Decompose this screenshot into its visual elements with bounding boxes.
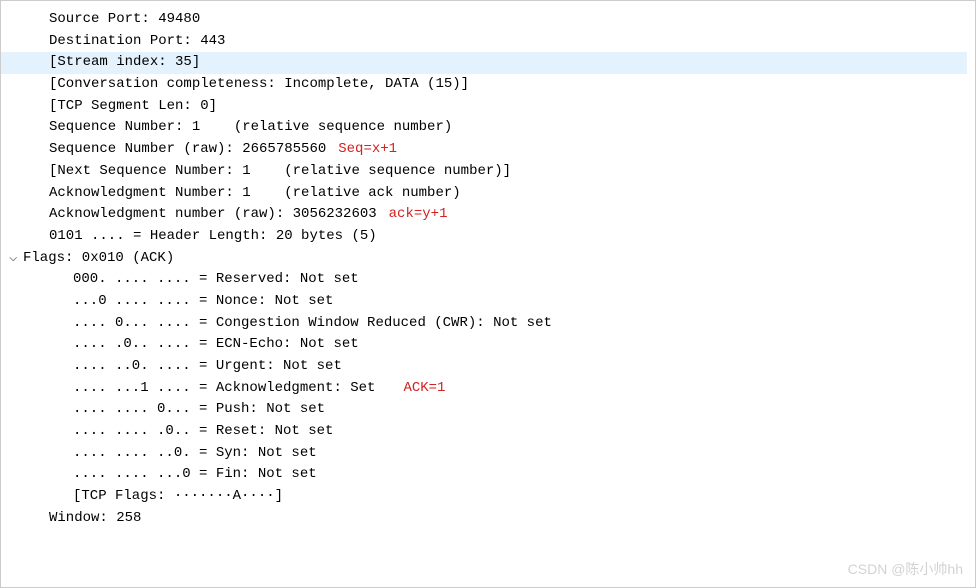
flag-reserved-row[interactable]: 000. .... .... = Reserved: Not set [1, 269, 967, 291]
flag-reset-text: .... .... .0.. = Reset: Not set [73, 423, 333, 439]
window-row[interactable]: Window: 258 [1, 508, 967, 530]
flag-push-text: .... .... 0... = Push: Not set [73, 401, 325, 417]
ack-annotation: ack=y+1 [389, 206, 448, 222]
header-length-row[interactable]: 0101 .... = Header Length: 20 bytes (5) [1, 226, 967, 248]
source-port-row[interactable]: Source Port: 49480 [1, 9, 967, 31]
dest-port-text: Destination Port: 443 [49, 33, 225, 49]
expand-collapse-icon[interactable]: ⌵ [9, 248, 23, 270]
flag-nonce-row[interactable]: ...0 .... .... = Nonce: Not set [1, 291, 967, 313]
dest-port-row[interactable]: Destination Port: 443 [1, 31, 967, 53]
sequence-number-raw-row[interactable]: Sequence Number (raw): 2665785560 Seq=x+1 [1, 139, 967, 161]
seq-annotation: Seq=x+1 [338, 141, 397, 157]
flag-syn-text: .... .... ..0. = Syn: Not set [73, 445, 317, 461]
flag-ack-row[interactable]: .... ...1 .... = Acknowledgment: Set ACK=… [1, 378, 967, 400]
ack-number-text: Acknowledgment Number: 1 (relative ack n… [49, 185, 461, 201]
flag-urgent-text: .... ..0. .... = Urgent: Not set [73, 358, 342, 374]
watermark-text: CSDN @陈小帅hh [848, 559, 963, 579]
flag-push-row[interactable]: .... .... 0... = Push: Not set [1, 399, 967, 421]
flag-syn-row[interactable]: .... .... ..0. = Syn: Not set [1, 443, 967, 465]
tcp-flags-summary-text: [TCP Flags: ·······A····] [73, 488, 283, 504]
flags-header-text: Flags: 0x010 (ACK) [23, 250, 174, 266]
ack-number-row[interactable]: Acknowledgment Number: 1 (relative ack n… [1, 183, 967, 205]
sequence-number-text: Sequence Number: 1 (relative sequence nu… [49, 119, 452, 135]
tcp-flags-summary-row[interactable]: [TCP Flags: ·······A····] [1, 486, 967, 508]
flag-fin-text: .... .... ...0 = Fin: Not set [73, 466, 317, 482]
stream-index-text: [Stream index: 35] [49, 54, 200, 70]
ackflag-annotation: ACK=1 [403, 380, 445, 396]
window-text: Window: 258 [49, 510, 141, 526]
flag-urgent-row[interactable]: .... ..0. .... = Urgent: Not set [1, 356, 967, 378]
ack-number-raw-text: Acknowledgment number (raw): 3056232603 [49, 206, 377, 222]
flag-ecn-text: .... .0.. .... = ECN-Echo: Not set [73, 336, 359, 352]
next-sequence-number-text: [Next Sequence Number: 1 (relative seque… [49, 163, 511, 179]
flag-cwr-text: .... 0... .... = Congestion Window Reduc… [73, 315, 552, 331]
sequence-number-row[interactable]: Sequence Number: 1 (relative sequence nu… [1, 117, 967, 139]
conversation-completeness-row[interactable]: [Conversation completeness: Incomplete, … [1, 74, 967, 96]
ack-number-raw-row[interactable]: Acknowledgment number (raw): 3056232603 a… [1, 204, 967, 226]
flag-ack-text: .... ...1 .... = Acknowledgment: Set [73, 380, 375, 396]
flag-reserved-text: 000. .... .... = Reserved: Not set [73, 271, 359, 287]
flag-cwr-row[interactable]: .... 0... .... = Congestion Window Reduc… [1, 313, 967, 335]
next-sequence-number-row[interactable]: [Next Sequence Number: 1 (relative seque… [1, 161, 967, 183]
source-port-text: Source Port: 49480 [49, 11, 200, 27]
stream-index-row[interactable]: [Stream index: 35] [1, 52, 967, 74]
sequence-number-raw-text: Sequence Number (raw): 2665785560 [49, 141, 326, 157]
tcp-segment-len-text: [TCP Segment Len: 0] [49, 98, 217, 114]
flag-fin-row[interactable]: .... .... ...0 = Fin: Not set [1, 464, 967, 486]
flag-ecn-row[interactable]: .... .0.. .... = ECN-Echo: Not set [1, 334, 967, 356]
flag-reset-row[interactable]: .... .... .0.. = Reset: Not set [1, 421, 967, 443]
flag-nonce-text: ...0 .... .... = Nonce: Not set [73, 293, 333, 309]
header-length-text: 0101 .... = Header Length: 20 bytes (5) [49, 228, 377, 244]
flags-header-row[interactable]: ⌵Flags: 0x010 (ACK) [1, 248, 967, 270]
tcp-segment-len-row[interactable]: [TCP Segment Len: 0] [1, 96, 967, 118]
conversation-completeness-text: [Conversation completeness: Incomplete, … [49, 76, 469, 92]
